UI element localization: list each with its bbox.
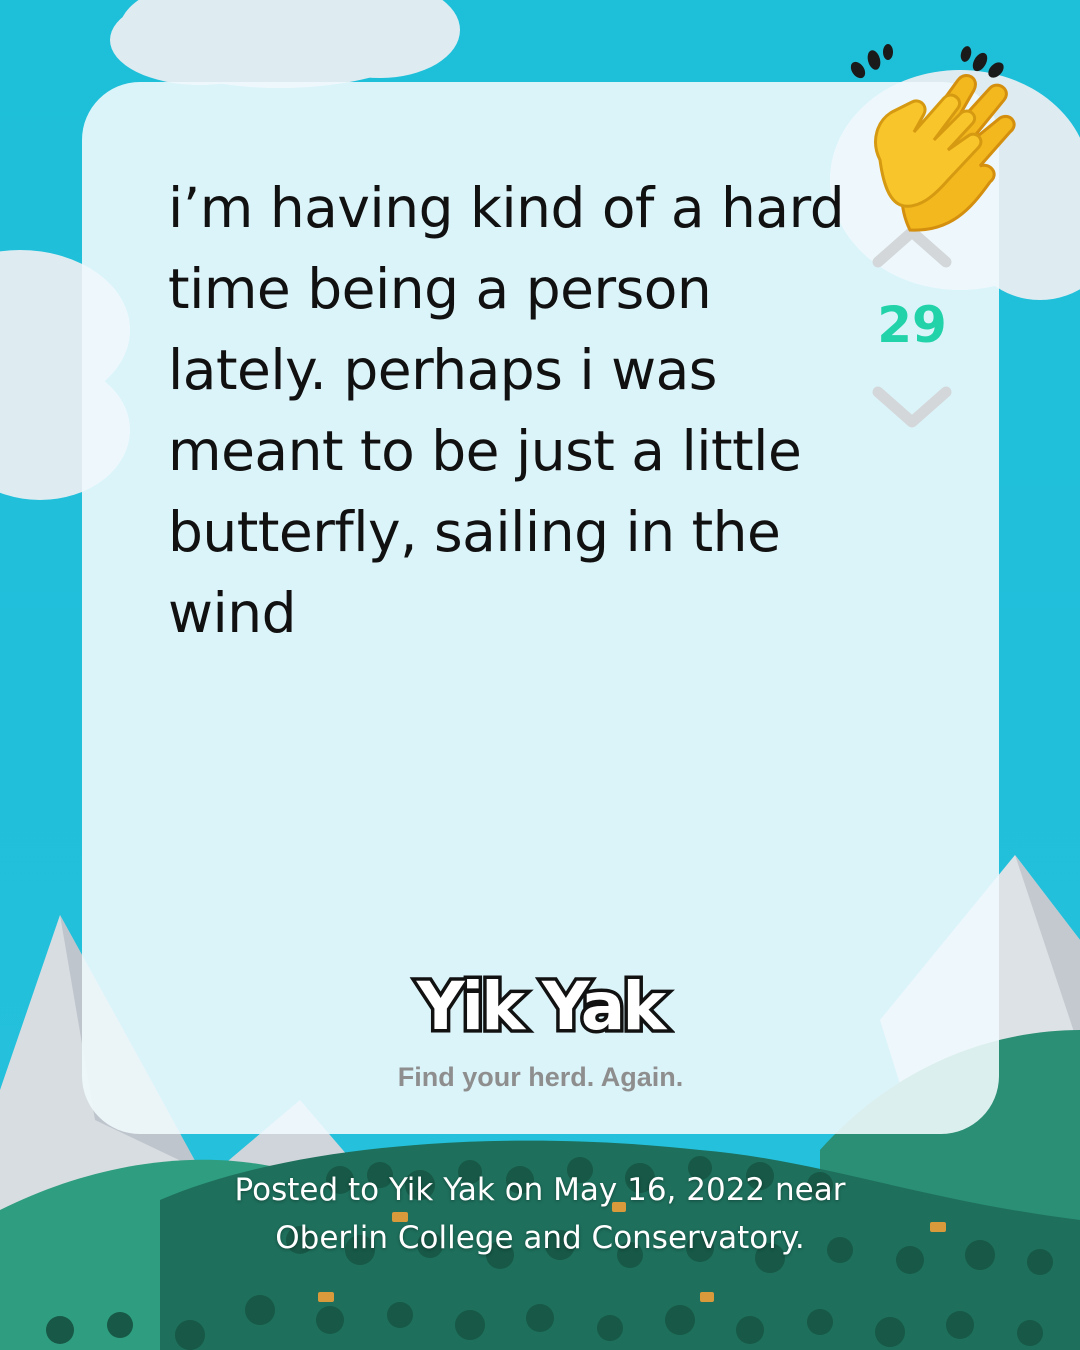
vote-count: 29 (877, 296, 947, 354)
clapping-hands-icon (840, 40, 1050, 240)
chevron-down-icon (872, 386, 952, 428)
logo-text: Yik Yak (416, 968, 669, 1045)
yik-yak-logo: Yik Yak (405, 954, 675, 1054)
post-text: i’m having kind of a hard time being a p… (168, 176, 845, 645)
tagline: Find your herd. Again. (397, 1062, 684, 1092)
post-caption: Posted to Yik Yak on May 16, 2022 near O… (234, 1172, 846, 1256)
downvote-button[interactable] (872, 382, 952, 432)
vote-widget: 29 (864, 222, 960, 442)
